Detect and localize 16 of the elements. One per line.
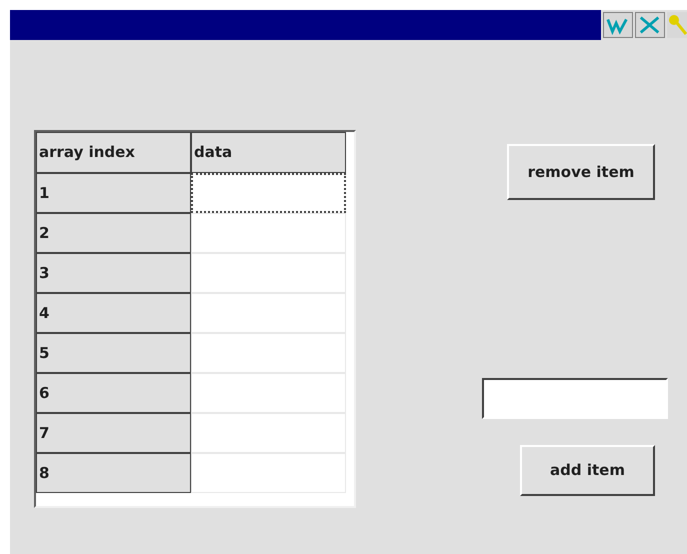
data-cell[interactable] bbox=[191, 173, 346, 213]
row-index-cell: 5 bbox=[36, 333, 191, 373]
key-icon[interactable] bbox=[667, 12, 687, 38]
add-item-button[interactable]: add item bbox=[520, 445, 655, 496]
row-index-cell: 1 bbox=[36, 173, 191, 213]
row-index-cell: 4 bbox=[36, 293, 191, 333]
column-header: data bbox=[191, 132, 346, 173]
row-index-cell: 2 bbox=[36, 213, 191, 253]
text-field[interactable] bbox=[482, 378, 668, 419]
row-index-cell: 6 bbox=[36, 373, 191, 413]
column-header: array index bbox=[36, 132, 191, 173]
w-letter-icon[interactable] bbox=[603, 12, 633, 38]
row-index-cell: 7 bbox=[36, 413, 191, 453]
remove-item-button[interactable]: remove item bbox=[507, 144, 655, 200]
row-index-cell: 3 bbox=[36, 253, 191, 293]
row-index-cell: 8 bbox=[36, 453, 191, 493]
